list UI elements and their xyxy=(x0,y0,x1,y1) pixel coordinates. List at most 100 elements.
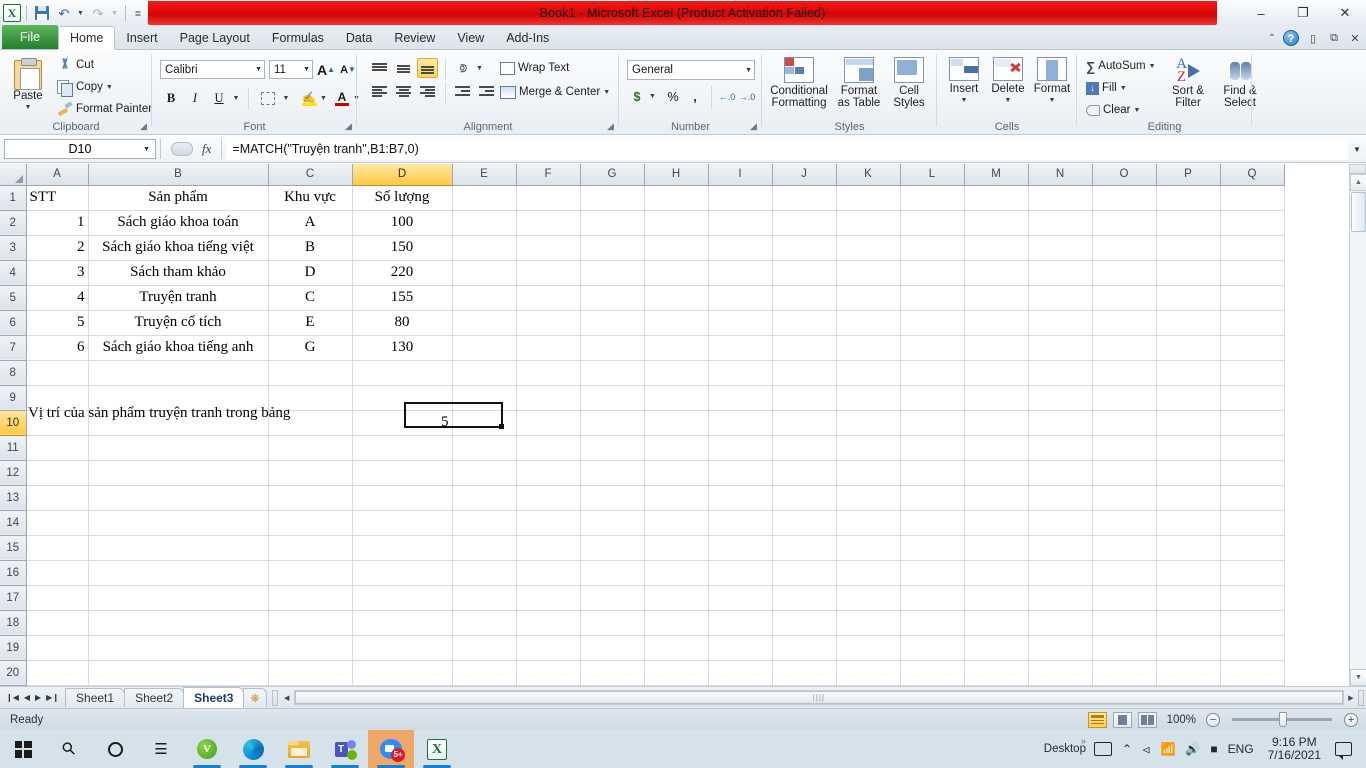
cell-C11[interactable] xyxy=(268,435,353,461)
cell-P3[interactable] xyxy=(1156,235,1221,261)
taskbar-app-file-explorer[interactable] xyxy=(276,730,322,768)
cell-Q10[interactable] xyxy=(1220,410,1285,436)
cell-G4[interactable] xyxy=(580,260,645,286)
bold-button[interactable]: B xyxy=(160,88,182,109)
tab-home[interactable]: Home xyxy=(58,26,116,50)
cell-L20[interactable] xyxy=(900,660,965,686)
cell-G7[interactable] xyxy=(580,335,645,361)
sheet-tab-sheet1[interactable]: Sheet1 xyxy=(65,688,126,707)
cell-I1[interactable] xyxy=(708,185,773,211)
cell-Q8[interactable] xyxy=(1220,360,1285,386)
sheet-tab-sheet2[interactable]: Sheet2 xyxy=(124,688,185,707)
cell-J9[interactable] xyxy=(772,385,837,411)
cell-I10[interactable] xyxy=(708,410,773,436)
cell-P13[interactable] xyxy=(1156,485,1221,511)
scroll-left-button[interactable]: ◀ xyxy=(280,690,294,706)
cell-P12[interactable] xyxy=(1156,460,1221,486)
col-header-D[interactable]: D xyxy=(352,164,453,186)
cell-B12[interactable] xyxy=(88,460,269,486)
volume-icon[interactable]: 🔊 xyxy=(1185,742,1200,756)
cell-G8[interactable] xyxy=(580,360,645,386)
cell-E16[interactable] xyxy=(452,560,517,586)
cell-A19[interactable] xyxy=(26,635,89,661)
cell-K7[interactable] xyxy=(836,335,901,361)
cell-B8[interactable] xyxy=(88,360,269,386)
cell-K19[interactable] xyxy=(836,635,901,661)
format-painter-button[interactable]: Format Painter xyxy=(54,100,155,118)
cell-H7[interactable] xyxy=(644,335,709,361)
cell-B16[interactable] xyxy=(88,560,269,586)
cell-N14[interactable] xyxy=(1028,510,1093,536)
cell-J13[interactable] xyxy=(772,485,837,511)
cell-P7[interactable] xyxy=(1156,335,1221,361)
cell-H3[interactable] xyxy=(644,235,709,261)
cell-E5[interactable] xyxy=(452,285,517,311)
conditional-formatting-button[interactable]: Conditional Formatting xyxy=(766,56,832,110)
cell-A12[interactable] xyxy=(26,460,89,486)
cell-K4[interactable] xyxy=(836,260,901,286)
cell-M11[interactable] xyxy=(964,435,1029,461)
cell-A7[interactable]: 6 xyxy=(26,335,89,361)
cell-D15[interactable] xyxy=(352,535,453,561)
cell-I6[interactable] xyxy=(708,310,773,336)
cell-G3[interactable] xyxy=(580,235,645,261)
align-left-button[interactable] xyxy=(369,82,390,102)
cell-D20[interactable] xyxy=(352,660,453,686)
cell-I2[interactable] xyxy=(708,210,773,236)
col-header-G[interactable]: G xyxy=(580,164,645,186)
cell-E4[interactable] xyxy=(452,260,517,286)
cell-D4[interactable]: 220 xyxy=(352,260,453,286)
zoom-level[interactable]: 100% xyxy=(1163,714,1200,726)
page-break-view-button[interactable] xyxy=(1137,711,1157,728)
cell-N8[interactable] xyxy=(1028,360,1093,386)
cell-L1[interactable] xyxy=(900,185,965,211)
col-header-H[interactable]: H xyxy=(644,164,709,186)
horizontal-scroll-track[interactable]: |||| xyxy=(293,690,1344,705)
notification-icon[interactable] xyxy=(1335,742,1352,760)
row-header-9[interactable]: 9 xyxy=(0,385,27,411)
vertical-split-handle[interactable] xyxy=(1349,164,1366,174)
cell-D7[interactable]: 130 xyxy=(352,335,453,361)
cell-Q4[interactable] xyxy=(1220,260,1285,286)
page-layout-view-button[interactable] xyxy=(1112,711,1132,728)
cell-F3[interactable] xyxy=(516,235,581,261)
align-top-button[interactable] xyxy=(369,58,390,78)
cell-A13[interactable] xyxy=(26,485,89,511)
next-sheet-button[interactable]: ▶ xyxy=(35,693,41,702)
col-header-L[interactable]: L xyxy=(900,164,965,186)
cell-K16[interactable] xyxy=(836,560,901,586)
network-icon[interactable]: 📶 xyxy=(1160,742,1175,756)
show-hidden-icons[interactable]: ⌃ xyxy=(1122,742,1132,756)
cell-G2[interactable] xyxy=(580,210,645,236)
cell-O2[interactable] xyxy=(1092,210,1157,236)
cell-H13[interactable] xyxy=(644,485,709,511)
cell-N19[interactable] xyxy=(1028,635,1093,661)
font-color-button[interactable]: A xyxy=(332,88,352,109)
cell-J18[interactable] xyxy=(772,610,837,636)
cell-N20[interactable] xyxy=(1028,660,1093,686)
save-button[interactable] xyxy=(32,3,52,23)
cell-P5[interactable] xyxy=(1156,285,1221,311)
cell-F16[interactable] xyxy=(516,560,581,586)
row-header-1[interactable]: 1 xyxy=(0,185,27,211)
cell-F12[interactable] xyxy=(516,460,581,486)
font-size-select[interactable]: 11 ▼ xyxy=(269,60,313,79)
cell-Q12[interactable] xyxy=(1220,460,1285,486)
cell-M14[interactable] xyxy=(964,510,1029,536)
cell-A15[interactable] xyxy=(26,535,89,561)
cut-button[interactable]: Cut xyxy=(54,56,97,74)
borders-button[interactable] xyxy=(256,88,280,109)
cell-J2[interactable] xyxy=(772,210,837,236)
decrease-indent-button[interactable] xyxy=(451,82,473,102)
cell-G13[interactable] xyxy=(580,485,645,511)
scroll-down-button[interactable]: ▼ xyxy=(1350,669,1366,686)
cell-G6[interactable] xyxy=(580,310,645,336)
autosum-button[interactable]: ∑ AutoSum ▼ xyxy=(1083,57,1159,75)
cell-O17[interactable] xyxy=(1092,585,1157,611)
vertical-scroll-thumb[interactable] xyxy=(1351,192,1366,232)
cell-N5[interactable] xyxy=(1028,285,1093,311)
clear-button[interactable]: Clear ▼ xyxy=(1083,101,1143,119)
redo-dropdown[interactable]: ▼ xyxy=(110,3,120,23)
cell-M4[interactable] xyxy=(964,260,1029,286)
cell-I15[interactable] xyxy=(708,535,773,561)
